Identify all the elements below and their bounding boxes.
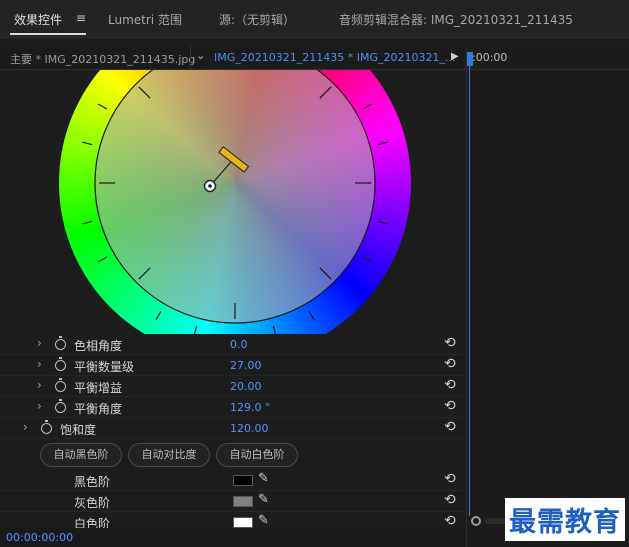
color-wheel-area [0,70,465,334]
level-row-gray: 灰色阶 ✎ ⟲ [0,491,465,512]
level-row-black: 黑色阶 ✎ ⟲ [0,470,465,491]
expand-arrow-icon[interactable]: › [37,399,42,413]
property-row-saturation: › 饱和度 120.00 ⟲ [0,418,465,439]
color-balance-wheel[interactable] [0,70,465,334]
expand-arrow-icon[interactable]: › [37,357,42,371]
playhead-line [469,66,470,516]
property-row-balance-angle: › 平衡角度 129.0 ° ⟲ [0,397,465,418]
play-triangle-icon[interactable]: ▶ [451,51,459,62]
tab-lumetri-scopes[interactable]: Lumetri 范围 [108,11,182,28]
eyedropper-icon[interactable]: ✎ [258,513,269,528]
time-ruler[interactable]: :00:00 [467,46,629,70]
watermark-logo: 最需教育 [505,498,625,541]
level-label: 黑色阶 [74,475,111,489]
zoom-scroll-handle[interactable] [471,516,481,526]
stopwatch-icon[interactable] [41,420,52,434]
property-row-balance-magnitude: › 平衡数量级 27.00 ⟲ [0,355,465,376]
clip-divider [190,46,191,70]
auto-white-level-button[interactable]: 自动白色阶 [216,443,298,467]
reset-icon[interactable]: ⟲ [444,471,456,487]
auto-black-level-button[interactable]: 自动黑色阶 [40,443,122,467]
active-tab-indicator [10,33,86,35]
stopwatch-icon[interactable] [55,357,66,371]
property-label: 平衡数量级 [74,360,135,374]
color-swatch[interactable] [233,496,253,507]
tab-source[interactable]: 源:（无剪辑） [219,11,295,28]
reset-icon[interactable]: ⟲ [444,377,456,393]
expand-arrow-icon[interactable]: › [37,378,42,392]
expand-arrow-icon[interactable]: › [23,420,28,434]
reset-icon[interactable]: ⟲ [444,419,456,435]
level-label: 灰色阶 [74,496,111,510]
property-value[interactable]: 120.00 [230,422,269,435]
chevron-down-icon[interactable]: ⌄ [196,49,205,62]
color-swatch[interactable] [233,517,253,528]
reset-icon[interactable]: ⟲ [444,398,456,414]
reset-icon[interactable]: ⟲ [444,492,456,508]
balance-center-dot [208,184,212,188]
expand-arrow-icon[interactable]: › [37,336,42,350]
current-timecode[interactable]: 00:00:00:00 [6,531,73,544]
property-value[interactable]: 129.0 ° [230,401,271,414]
eyedropper-icon[interactable]: ✎ [258,492,269,507]
timeline-pane: :00:00 [466,46,629,547]
status-bar: 00:00:00:00 [0,528,466,547]
property-value[interactable]: 20.00 [230,380,262,393]
stopwatch-icon[interactable] [55,378,66,392]
property-value[interactable]: 27.00 [230,359,262,372]
tab-audio-clip-mixer[interactable]: 音频剪辑混合器: IMG_20210321_211435 [339,11,573,28]
eyedropper-icon[interactable]: ✎ [258,471,269,486]
reset-icon[interactable]: ⟲ [444,335,456,351]
tab-effect-controls[interactable]: 效果控件 [14,11,62,28]
stopwatch-icon[interactable] [55,399,66,413]
ruler-time-label: :00:00 [472,51,508,64]
property-label: 色相角度 [74,339,123,353]
property-label: 饱和度 [60,423,97,437]
property-row-hue-angle: › 色相角度 0.0 ⟲ [0,334,465,355]
color-swatch[interactable] [233,475,253,486]
playhead-handle[interactable] [467,52,473,66]
hamburger-menu-icon[interactable]: ≡ [76,11,86,25]
auto-contrast-button[interactable]: 自动对比度 [128,443,210,467]
sequence-clip-label[interactable]: IMG_20210321_211435 * IMG_20210321_... [214,51,455,64]
stopwatch-icon[interactable] [55,336,66,350]
master-clip-label[interactable]: 主要 * IMG_20210321_211435.jpg [10,51,195,67]
clip-header-bar: 主要 * IMG_20210321_211435.jpg ⌄ IMG_20210… [0,46,465,70]
property-label: 平衡角度 [74,402,123,416]
reset-icon[interactable]: ⟲ [444,513,456,529]
panel-tab-bar: 效果控件 ≡ Lumetri 范围 源:（无剪辑） 音频剪辑混合器: IMG_2… [0,0,629,38]
reset-icon[interactable]: ⟲ [444,356,456,372]
property-label: 平衡增益 [74,381,123,395]
property-value[interactable]: 0.0 [230,338,248,351]
property-row-balance-gain: › 平衡增益 20.00 ⟲ [0,376,465,397]
